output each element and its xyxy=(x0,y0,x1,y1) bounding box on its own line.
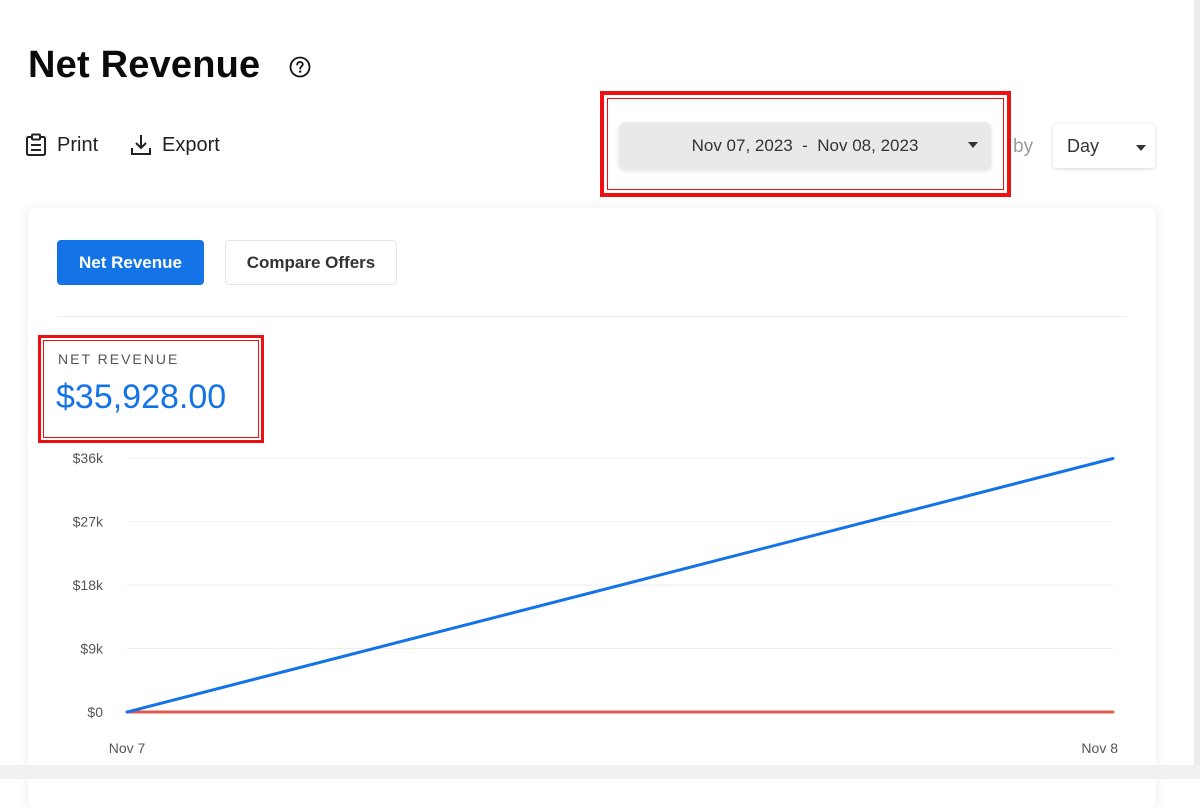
y-tick-label: $18k xyxy=(73,577,104,593)
y-tick-label: $9k xyxy=(80,641,104,657)
y-tick-label: $27k xyxy=(73,514,104,530)
x-tick-label: Nov 8 xyxy=(1081,740,1118,756)
net-revenue-chart: $0 $9k $18k $27k $36k Nov 7 Nov 8 xyxy=(73,450,1119,756)
x-tick-label: Nov 7 xyxy=(109,740,146,756)
y-tick-label: $0 xyxy=(87,704,103,720)
y-tick-label: $36k xyxy=(73,450,104,466)
page-bottom-edge xyxy=(0,765,1200,779)
